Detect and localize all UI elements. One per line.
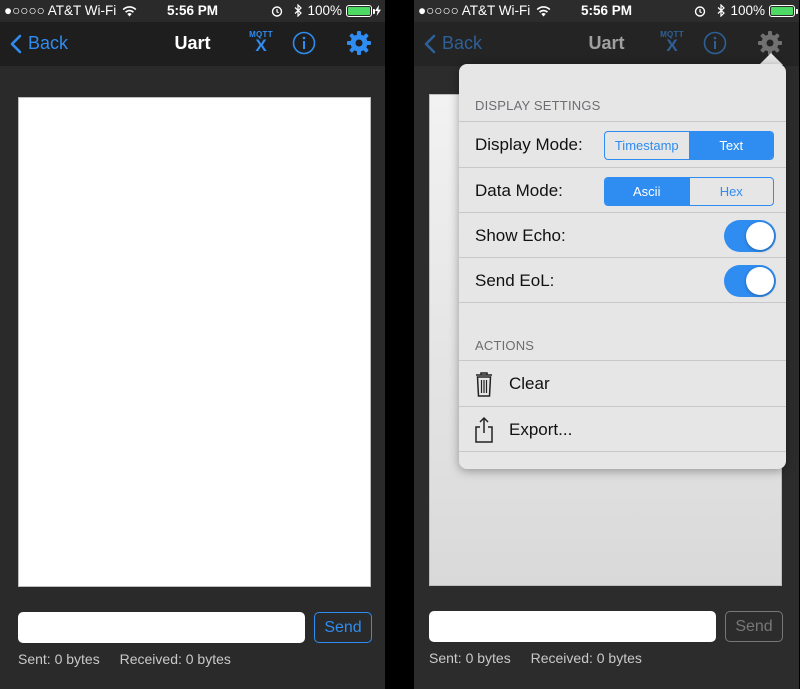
send-button[interactable]: Send <box>725 611 783 642</box>
status-icons: 100% <box>694 3 798 18</box>
uart-output-area[interactable] <box>18 97 371 587</box>
settings-popover: DISPLAY SETTINGS Display Mode: Timestamp… <box>459 64 786 469</box>
mqtt-icon[interactable]: MQTT X <box>248 30 274 58</box>
actions-header: ACTIONS <box>475 338 535 353</box>
display-mode-text[interactable]: Text <box>688 132 773 159</box>
share-icon <box>475 416 493 443</box>
gear-icon[interactable] <box>346 30 372 56</box>
display-mode-row: Display Mode: Timestamp Text <box>459 121 786 167</box>
display-settings-header: DISPLAY SETTINGS <box>475 98 601 113</box>
battery-percent: 100% <box>730 3 765 18</box>
send-button[interactable]: Send <box>314 612 372 643</box>
sent-bytes: Sent: 0 bytes <box>429 650 511 666</box>
byte-stats: Sent: 0 bytes Received: 0 bytes <box>429 650 658 666</box>
mqtt-icon[interactable]: MQTT X <box>659 30 685 58</box>
charging-bolt-icon <box>375 5 381 16</box>
nav-bar: Back Uart MQTT X <box>414 22 799 66</box>
back-chevron-icon <box>10 34 22 53</box>
mqtt-x-label: X <box>666 36 678 55</box>
send-eol-label: Send EoL: <box>475 271 555 290</box>
message-input[interactable] <box>18 612 305 643</box>
back-label: Back <box>442 33 483 53</box>
show-echo-row: Show Echo: <box>459 212 786 258</box>
sent-bytes: Sent: 0 bytes <box>18 651 100 667</box>
export-label: Export... <box>509 420 573 439</box>
data-mode-label: Data Mode: <box>475 181 563 200</box>
message-input[interactable] <box>429 611 716 642</box>
received-bytes: Received: 0 bytes <box>119 651 231 667</box>
trash-icon <box>476 372 492 397</box>
back-button[interactable]: Back <box>424 33 482 54</box>
battery-percent: 100% <box>307 3 342 18</box>
toggle-knob <box>746 267 774 295</box>
toggle-knob <box>746 222 774 250</box>
send-eol-toggle[interactable] <box>724 265 776 297</box>
info-icon[interactable] <box>292 31 316 55</box>
display-mode-label: Display Mode: <box>475 135 583 154</box>
data-mode-row: Data Mode: Ascii Hex <box>459 167 786 213</box>
status-icons: 100% <box>271 3 381 18</box>
display-mode-timestamp[interactable]: Timestamp <box>605 132 689 159</box>
uart-screen-left: ●○○○○ AT&T Wi-Fi 5:56 PM 100% Back Uart … <box>0 0 385 689</box>
byte-stats: Sent: 0 bytes Received: 0 bytes <box>18 651 247 667</box>
alarm-icon <box>695 5 706 17</box>
battery-icon <box>346 4 375 17</box>
alarm-icon <box>272 5 283 17</box>
status-bar: ●○○○○ AT&T Wi-Fi 5:56 PM 100% <box>0 0 385 22</box>
data-mode-segmented-control: Ascii Hex <box>604 177 774 206</box>
status-bar: ●○○○○ AT&T Wi-Fi 5:56 PM 100% <box>414 0 799 22</box>
data-mode-hex[interactable]: Hex <box>688 178 774 205</box>
received-bytes: Received: 0 bytes <box>530 650 642 666</box>
display-mode-segmented-control: Timestamp Text <box>604 131 774 160</box>
back-button[interactable]: Back <box>10 33 68 54</box>
back-chevron-icon <box>424 34 436 53</box>
clear-action[interactable]: Clear <box>459 360 786 406</box>
bluetooth-icon <box>718 4 726 17</box>
export-action[interactable]: Export... <box>459 406 786 452</box>
data-mode-ascii[interactable]: Ascii <box>605 178 689 205</box>
nav-bar: Back Uart MQTT X <box>0 22 385 66</box>
show-echo-label: Show Echo: <box>475 226 566 245</box>
back-label: Back <box>28 33 69 53</box>
battery-icon <box>769 4 798 17</box>
send-eol-row: Send EoL: <box>459 257 786 303</box>
clear-label: Clear <box>509 374 550 393</box>
mqtt-x-label: X <box>255 36 267 55</box>
info-icon[interactable] <box>703 31 727 55</box>
show-echo-toggle[interactable] <box>724 220 776 252</box>
bluetooth-icon <box>295 4 303 17</box>
